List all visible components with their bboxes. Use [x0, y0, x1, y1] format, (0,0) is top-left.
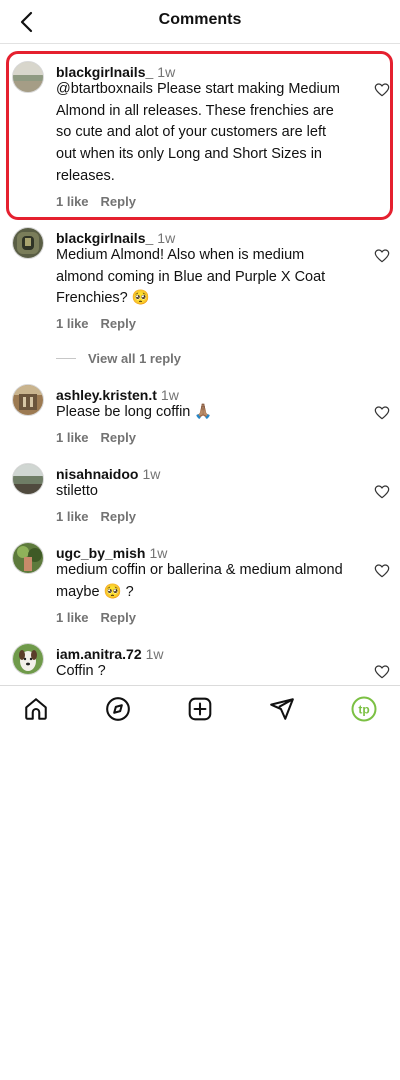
comment-username[interactable]: iam.anitra.72 — [56, 646, 142, 662]
comment-text: Coffin ? — [56, 663, 106, 679]
comment-text: Medium Almond! Also when is medium almon… — [56, 247, 326, 307]
comment-time: 1w — [160, 387, 179, 403]
comment-likes[interactable]: 1 like — [56, 610, 89, 625]
divider — [56, 357, 76, 359]
comment-likes[interactable]: 1 like — [56, 509, 89, 524]
reply-button[interactable]: Reply — [101, 430, 136, 445]
comment-text: @btartboxnails Please start making Mediu… — [56, 81, 340, 184]
tab-home[interactable] — [22, 695, 50, 723]
create-icon — [188, 697, 212, 721]
direct-message-icon — [270, 698, 294, 720]
reply-button[interactable]: Reply — [101, 194, 136, 209]
comment-time: 1w — [145, 646, 164, 662]
heart-icon[interactable] — [374, 82, 390, 98]
heart-icon[interactable] — [374, 405, 390, 421]
view-replies-button[interactable]: View all 1 reply — [56, 350, 181, 366]
avatar[interactable] — [12, 227, 44, 259]
avatar[interactable] — [12, 463, 44, 495]
reply-button[interactable]: Reply — [101, 509, 136, 524]
avatar[interactable] — [12, 384, 44, 416]
comment-time: 1w — [142, 466, 161, 482]
comment-username[interactable]: ashley.kristen.t — [56, 387, 157, 403]
comment-time: 1w — [157, 64, 176, 80]
comment-username[interactable]: blackgirlnails_ — [56, 230, 153, 246]
tab-create[interactable] — [186, 695, 214, 723]
reply-button[interactable]: Reply — [101, 316, 136, 331]
page-title: Comments — [158, 11, 242, 28]
comment-likes[interactable]: 1 like — [56, 194, 89, 209]
home-icon — [25, 698, 47, 720]
reply-button[interactable]: Reply — [101, 610, 136, 625]
explore-icon — [106, 697, 130, 721]
heart-icon[interactable] — [374, 563, 390, 579]
profile-icon: tp — [351, 696, 377, 722]
avatar[interactable] — [12, 643, 44, 675]
comment-time: 1w — [149, 545, 168, 561]
comment-text: medium coffin or ballerina & medium almo… — [56, 562, 343, 600]
comment-likes[interactable]: 1 like — [56, 316, 89, 331]
comment-username[interactable]: ugc_by_mish — [56, 545, 145, 561]
comment-username[interactable]: blackgirlnails_ — [56, 64, 153, 80]
comment-text: Please be long coffin 🙏🏽 — [56, 404, 213, 420]
header: Comments — [0, 0, 400, 44]
avatar[interactable] — [12, 542, 44, 574]
bottom-tab-bar: tp — [0, 685, 400, 731]
tab-explore[interactable] — [104, 695, 132, 723]
comment-username[interactable]: nisahnaidoo — [56, 466, 138, 482]
tab-profile[interactable]: tp — [350, 695, 378, 723]
heart-icon[interactable] — [374, 664, 390, 680]
comment-likes[interactable]: 1 like — [56, 430, 89, 445]
heart-icon[interactable] — [374, 484, 390, 500]
comment-time: 1w — [157, 230, 176, 246]
avatar[interactable] — [12, 61, 44, 93]
tab-direct[interactable] — [268, 695, 296, 723]
profile-badge-text: tp — [358, 703, 369, 717]
comment-text: stiletto — [56, 483, 98, 499]
view-replies-label: View all 1 reply — [88, 350, 181, 366]
heart-icon[interactable] — [374, 248, 390, 264]
